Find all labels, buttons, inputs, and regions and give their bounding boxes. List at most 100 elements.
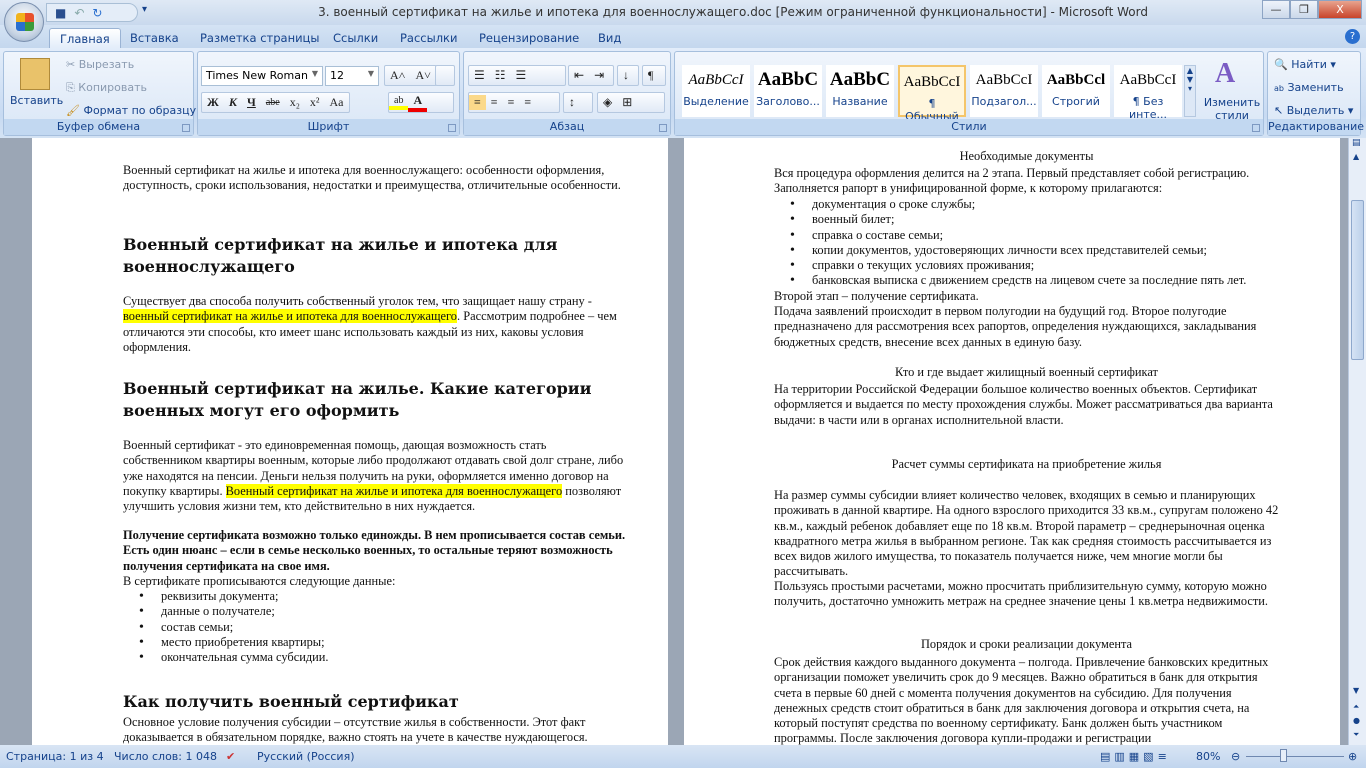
shading-icon[interactable]: ◈ bbox=[598, 95, 617, 110]
document-area[interactable]: Военный сертификат на жилье и ипотека дл… bbox=[0, 138, 1348, 745]
zoom-level[interactable]: 80% bbox=[1196, 750, 1220, 763]
style-no-spacing[interactable]: AaBbCcI ¶ Без инте... bbox=[1114, 65, 1182, 121]
increase-indent-icon[interactable]: ⇥ bbox=[589, 68, 609, 83]
style-emphasis[interactable]: AaBbCcI Выделение bbox=[682, 65, 750, 117]
italic-button[interactable]: К bbox=[224, 95, 242, 110]
subscript-button[interactable]: x₂ bbox=[285, 95, 305, 110]
scroll-down-icon[interactable]: ▼ bbox=[1353, 686, 1359, 695]
list-item: место приобретения квартиры; bbox=[139, 635, 628, 651]
dialog-launcher-icon[interactable] bbox=[182, 124, 190, 132]
tab-insert[interactable]: Вставка bbox=[120, 28, 189, 48]
section-title: Порядок и сроки реализации документа bbox=[920, 637, 1133, 651]
align-left-icon[interactable]: ≡ bbox=[469, 95, 486, 110]
scrollbar-thumb[interactable] bbox=[1351, 200, 1364, 360]
save-icon[interactable]: ■ bbox=[55, 6, 66, 20]
line-spacing-icon[interactable]: ↕ bbox=[563, 92, 593, 113]
list-item: копии документов, удостоверяющих личност… bbox=[790, 243, 1284, 259]
styles-scroll[interactable]: ▲ ▼ ▾ bbox=[1184, 65, 1196, 117]
font-name-value: Times New Roman bbox=[206, 69, 308, 82]
paste-button[interactable]: Вставить bbox=[10, 94, 63, 107]
tab-references[interactable]: Ссылки bbox=[323, 28, 388, 48]
vertical-scrollbar[interactable]: ▤ ▲ ▼ ⏶ ● ⏷ bbox=[1348, 138, 1366, 745]
style-subtitle[interactable]: AaBbCcI Подзагол... bbox=[970, 65, 1038, 117]
cut-button[interactable]: ✂ Вырезать bbox=[66, 58, 134, 71]
customize-qat-icon[interactable]: ▾ bbox=[142, 4, 147, 15]
copy-button[interactable]: ⎘ Копировать bbox=[66, 81, 147, 95]
sort-icon[interactable]: ↓ bbox=[617, 65, 639, 86]
bullets-icon[interactable]: ☰ bbox=[469, 68, 490, 83]
clear-format-icon[interactable] bbox=[435, 65, 455, 86]
word-count[interactable]: Число слов: 1 048 bbox=[114, 750, 217, 763]
highlight-icon[interactable]: ab bbox=[389, 95, 409, 110]
restore-button[interactable]: ❐ bbox=[1290, 0, 1318, 19]
page-count[interactable]: Страница: 1 из 4 bbox=[6, 750, 104, 763]
style-heading[interactable]: AaBbC Заголово... bbox=[754, 65, 822, 117]
paragraph: Основное условие получения субсидии – от… bbox=[123, 715, 588, 745]
style-title[interactable]: AaBbC Название bbox=[826, 65, 894, 117]
ruler-toggle-icon[interactable]: ▤ bbox=[1352, 138, 1361, 148]
font-group: Times New Roman ▼ 12 ▼ A˄ A˅ Ж К Ч abe x₂ x… bbox=[197, 51, 460, 136]
office-button[interactable] bbox=[4, 2, 44, 42]
bullet-list: реквизиты документа; данные о получателе… bbox=[123, 589, 628, 666]
replace-button[interactable]: ab Заменить bbox=[1274, 81, 1344, 94]
style-name: Строгий bbox=[1052, 95, 1100, 108]
scroll-up-icon[interactable]: ▲ bbox=[1353, 152, 1359, 161]
style-normal[interactable]: AaBbCcI ¶ Обычный bbox=[898, 65, 966, 123]
font-size-select[interactable]: 12 ▼ bbox=[325, 66, 379, 86]
dialog-launcher-icon[interactable] bbox=[1252, 124, 1260, 132]
decrease-indent-icon[interactable]: ⇤ bbox=[569, 68, 589, 83]
indent-buttons: ⇤ ⇥ bbox=[568, 65, 614, 86]
redo-icon[interactable]: ↻ bbox=[92, 6, 102, 20]
language[interactable]: Русский (Россия) bbox=[257, 750, 355, 763]
spelling-check-icon[interactable]: ✔ bbox=[226, 750, 235, 763]
title-bar: 3. военный сертификат на жилье и ипотека… bbox=[0, 0, 1366, 25]
strikethrough-button[interactable]: abe bbox=[261, 97, 285, 108]
close-button[interactable]: X bbox=[1318, 0, 1362, 19]
font-color-icon[interactable]: A bbox=[408, 93, 428, 112]
format-painter-label: Формат по образцу bbox=[83, 104, 197, 117]
zoom-slider[interactable] bbox=[1246, 756, 1344, 757]
select-button[interactable]: ↖ Выделить ▾ bbox=[1274, 104, 1353, 117]
zoom-out-icon[interactable]: ⊖ bbox=[1231, 750, 1240, 763]
paragraph: На размер суммы субсидии влияет количест… bbox=[774, 488, 1279, 579]
tab-review[interactable]: Рецензирование bbox=[469, 28, 589, 48]
dialog-launcher-icon[interactable] bbox=[448, 124, 456, 132]
group-label: Редактирование bbox=[1268, 119, 1364, 135]
format-painter-button[interactable]: 🖌 Формат по образцу bbox=[66, 104, 196, 117]
find-button[interactable]: 🔍 Найти ▾ bbox=[1274, 58, 1336, 71]
shrink-font-button[interactable]: A˅ bbox=[410, 68, 435, 83]
align-center-icon[interactable]: ≡ bbox=[486, 95, 503, 110]
font-name-select[interactable]: Times New Roman ▼ bbox=[201, 66, 323, 86]
highlighted-text: военный сертификат на жилье и ипотека дл… bbox=[123, 309, 458, 324]
tab-mailings[interactable]: Рассылки bbox=[390, 28, 467, 48]
undo-icon[interactable]: ↶ bbox=[74, 6, 84, 20]
superscript-button[interactable]: x² bbox=[305, 95, 325, 110]
justify-icon[interactable]: ≡ bbox=[519, 95, 536, 110]
style-strong[interactable]: AaBbCcl Строгий bbox=[1042, 65, 1110, 117]
paste-icon[interactable] bbox=[20, 58, 50, 90]
previous-page-icon[interactable]: ⏶ bbox=[1353, 702, 1359, 712]
show-marks-icon[interactable]: ¶ bbox=[642, 65, 666, 86]
next-page-icon[interactable]: ⏷ bbox=[1353, 730, 1359, 740]
tab-view[interactable]: Вид bbox=[588, 28, 631, 48]
change-case-button[interactable]: Aa bbox=[325, 95, 349, 110]
editing-group: 🔍 Найти ▾ ab Заменить ↖ Выделить ▾ Редак… bbox=[1267, 51, 1364, 136]
zoom-slider-thumb[interactable] bbox=[1280, 749, 1287, 762]
help-icon[interactable]: ? bbox=[1345, 29, 1360, 44]
multilevel-list-icon[interactable]: ☰ bbox=[511, 68, 532, 83]
dialog-launcher-icon[interactable] bbox=[659, 124, 667, 132]
grow-font-button[interactable]: A˄ bbox=[385, 68, 410, 83]
align-right-icon[interactable]: ≡ bbox=[503, 95, 520, 110]
borders-icon[interactable]: ⊞ bbox=[617, 95, 637, 110]
view-buttons[interactable]: ▤▥▦▧≡ bbox=[1100, 750, 1171, 763]
underline-button[interactable]: Ч bbox=[242, 95, 261, 110]
tab-home[interactable]: Главная bbox=[49, 28, 121, 48]
bold-button[interactable]: Ж bbox=[202, 95, 224, 110]
list-item: справка о составе семьи; bbox=[790, 228, 1284, 244]
select-browse-object-icon[interactable]: ● bbox=[1353, 716, 1360, 725]
highlighted-text: Военный сертификат на жилье и ипотека дл… bbox=[225, 483, 563, 498]
numbering-icon[interactable]: ☷ bbox=[490, 68, 511, 83]
zoom-in-icon[interactable]: ⊕ bbox=[1348, 750, 1357, 763]
minimize-button[interactable]: — bbox=[1262, 0, 1290, 19]
tab-page-layout[interactable]: Разметка страницы bbox=[190, 28, 329, 48]
